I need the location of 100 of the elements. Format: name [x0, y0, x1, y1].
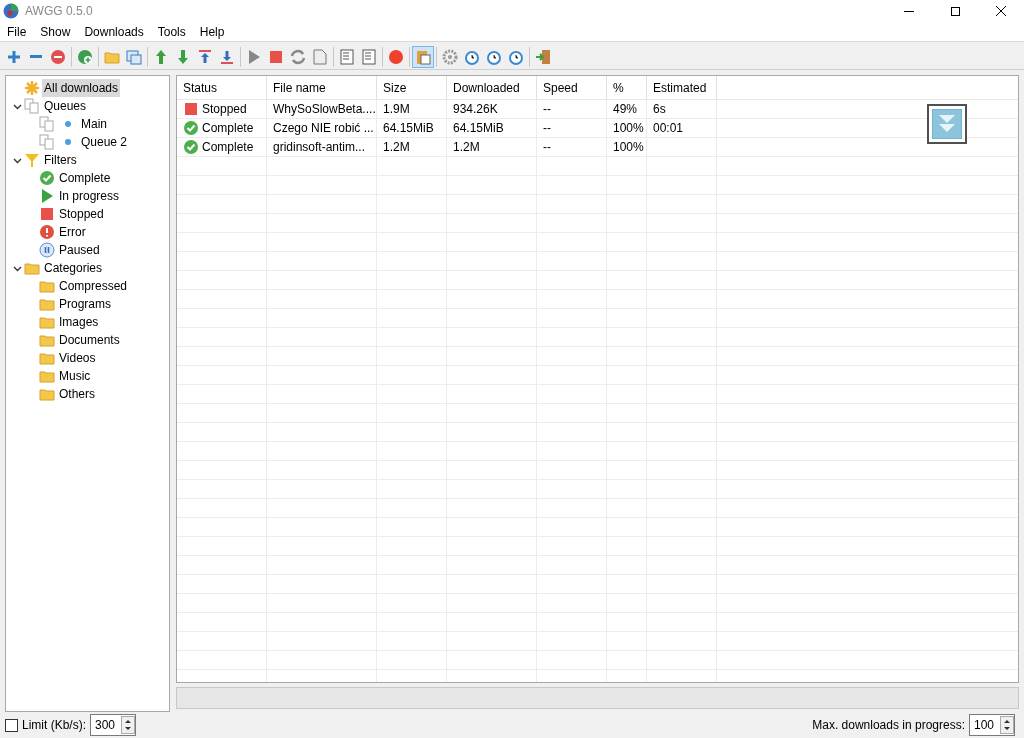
- window-title: AWGG 0.5.0: [25, 3, 93, 20]
- error-icon: [39, 224, 55, 240]
- folder-icon: [39, 296, 55, 312]
- menu-item[interactable]: Show: [33, 22, 78, 41]
- spin-arrows-icon[interactable]: [121, 716, 135, 734]
- play-icon: [39, 188, 55, 204]
- table-cell-text: 934.26K: [453, 101, 498, 118]
- tree-item[interactable]: Categories: [42, 259, 105, 277]
- gear-icon: [442, 48, 458, 65]
- limit-label: Limit (Kb/s):: [22, 717, 86, 734]
- tree-item[interactable]: Programs: [57, 295, 113, 313]
- alarm-clock-icon: [486, 48, 502, 65]
- folder-icon: [39, 332, 55, 348]
- column-header[interactable]: Speed: [537, 76, 607, 99]
- stop-icon: [268, 48, 284, 65]
- drop-target[interactable]: [927, 104, 967, 144]
- tree-item[interactable]: Compressed: [57, 277, 130, 295]
- column-header[interactable]: Estimated: [647, 76, 717, 99]
- table-cell-text: Complete: [202, 139, 254, 156]
- table-cell-text: 64.15MiB: [383, 120, 434, 137]
- table-cell-text: 1.2M: [453, 139, 480, 156]
- folder-icon: [39, 368, 55, 384]
- move-bottom-icon: [219, 48, 235, 65]
- tree-item[interactable]: Stopped: [57, 205, 106, 223]
- table-cell-text: WhySoSlowBeta....: [273, 101, 376, 118]
- tree-item[interactable]: Queue 2: [79, 133, 130, 151]
- stop-icon: [183, 101, 199, 117]
- tree-item[interactable]: Others: [57, 385, 97, 403]
- table-cell-text: Stopped: [202, 101, 247, 118]
- document-icon: [339, 48, 355, 65]
- filter-icon: [24, 152, 40, 168]
- column-header[interactable]: %: [607, 76, 647, 99]
- alarm-clock-icon: [464, 48, 480, 65]
- tree-item[interactable]: Main: [79, 115, 109, 133]
- table-cell-text: Complete: [202, 120, 254, 137]
- max-downloads-spin-field[interactable]: 100: [969, 714, 1015, 736]
- document-icon: [361, 48, 377, 65]
- tree-item[interactable]: Error: [57, 223, 88, 241]
- pages-icon: [39, 134, 55, 150]
- table-cell-text: 1.9M: [383, 101, 410, 118]
- spin-arrows-icon[interactable]: [1000, 716, 1014, 734]
- menu-item[interactable]: Tools: [150, 22, 193, 41]
- tree-item[interactable]: In progress: [57, 187, 122, 205]
- table-cell-text: --: [543, 139, 551, 156]
- menu-item[interactable]: File: [0, 22, 34, 41]
- folder-icon: [24, 260, 40, 276]
- column-header[interactable]: Downloaded: [447, 76, 537, 99]
- clipboard-icon: [415, 48, 431, 65]
- tree-item[interactable]: Images: [57, 313, 101, 331]
- window-icon: [126, 48, 142, 65]
- checkbox[interactable]: [5, 718, 18, 732]
- pages-icon: [24, 98, 40, 114]
- folder-icon: [39, 314, 55, 330]
- table-cell-text: 1.2M: [383, 139, 410, 156]
- check-icon: [183, 120, 199, 136]
- alarm-clock-icon: [508, 48, 524, 65]
- tree-item[interactable]: Music: [57, 367, 93, 385]
- table-cell-text: Czego NIE robić ...: [273, 120, 374, 137]
- tree-item[interactable]: Filters: [42, 151, 79, 169]
- table-cell-text: gridinsoft-antim...: [273, 139, 366, 156]
- table-cell-text: 100%: [613, 139, 644, 156]
- delete-icon: [50, 48, 66, 65]
- app-logo-icon: [3, 3, 19, 19]
- tree-item[interactable]: Videos: [57, 349, 98, 367]
- column-header[interactable]: Status: [177, 76, 267, 99]
- pages-icon: [39, 116, 55, 132]
- tree-item[interactable]: Paused: [57, 241, 102, 259]
- record-icon: [388, 48, 404, 65]
- move-top-icon: [197, 48, 213, 65]
- check-icon: [183, 139, 199, 155]
- folder-icon: [39, 386, 55, 402]
- folder-icon: [39, 278, 55, 294]
- limit-spin-field[interactable]: 300: [90, 714, 136, 736]
- check-icon: [39, 170, 55, 186]
- double-arrow-down-icon: [932, 109, 962, 139]
- tree-item[interactable]: Queues: [42, 97, 89, 115]
- arrow-up-icon: [153, 48, 169, 65]
- pause-icon: [39, 242, 55, 258]
- tree-item[interactable]: All downloads: [42, 79, 121, 97]
- column-header[interactable]: Size: [377, 76, 447, 99]
- minus-icon: [30, 55, 42, 58]
- arrow-down-icon: [175, 48, 191, 65]
- play-icon: [246, 48, 262, 65]
- table-cell-text: --: [543, 120, 551, 137]
- tree-item[interactable]: Documents: [57, 331, 122, 349]
- table-cell-text: 100%: [613, 120, 644, 137]
- max-downloads-label: Max. downloads in progress:: [812, 717, 965, 734]
- refresh-icon: [290, 48, 306, 65]
- column-header[interactable]: File name: [267, 76, 377, 99]
- plus-icon: [6, 48, 22, 65]
- exit-icon: [535, 48, 551, 65]
- tree-item[interactable]: Complete: [57, 169, 113, 187]
- table-cell-text: 49%: [613, 101, 638, 118]
- toolbar-button[interactable]: [412, 45, 434, 68]
- stop-icon: [39, 206, 55, 222]
- star-icon: [24, 80, 40, 96]
- table-cell-text: 64.15MiB: [453, 120, 504, 137]
- menu-item[interactable]: Downloads: [77, 22, 151, 41]
- globe-icon: [77, 48, 93, 65]
- menu-item[interactable]: Help: [192, 22, 232, 41]
